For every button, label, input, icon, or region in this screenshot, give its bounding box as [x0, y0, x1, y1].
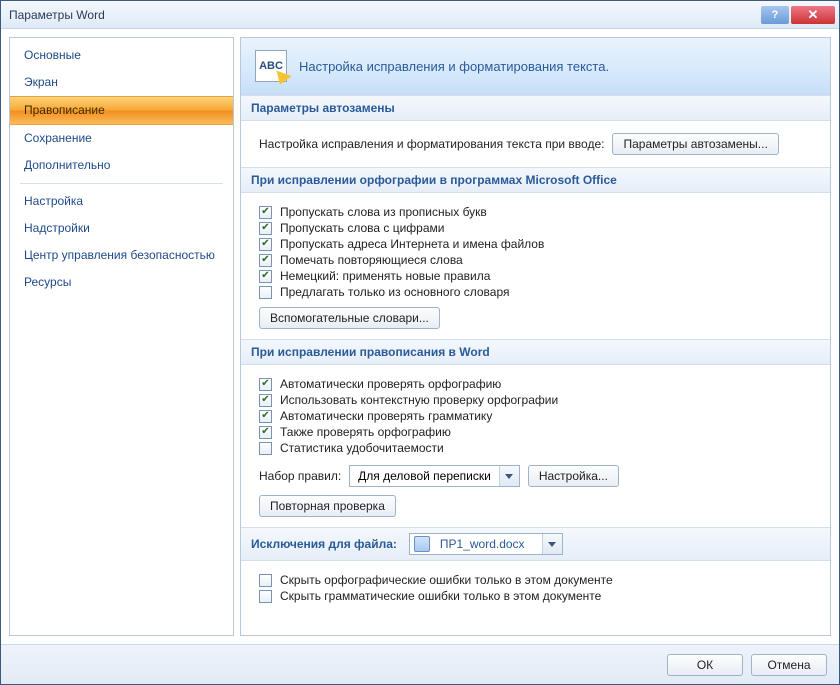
section-body-office-spell: Пропускать слова из прописных букв Пропу…: [241, 193, 830, 339]
checkbox[interactable]: [259, 206, 272, 219]
sidebar-item-proofing[interactable]: Правописание: [10, 96, 233, 125]
checkbox-label: Скрыть орфографические ошибки только в э…: [280, 573, 613, 587]
checkbox-label: Использовать контекстную проверку орфогр…: [280, 393, 558, 407]
checkbox[interactable]: [259, 590, 272, 603]
header-text: Настройка исправления и форматирования т…: [299, 59, 609, 74]
sidebar-item-label: Экран: [24, 75, 58, 89]
sidebar-item-label: Центр управления безопасностью: [24, 248, 215, 262]
button-label: Повторная проверка: [270, 499, 385, 513]
sidebar: Основные Экран Правописание Сохранение Д…: [9, 37, 234, 636]
titlebar: Параметры Word ? ✕: [1, 1, 839, 29]
header-strip: ABC Настройка исправления и форматирован…: [241, 38, 830, 95]
close-icon: ✕: [808, 7, 819, 23]
sidebar-item-save[interactable]: Сохранение: [10, 125, 233, 152]
checkbox-label: Скрыть грамматические ошибки только в эт…: [280, 589, 601, 603]
ruleset-dropdown[interactable]: Для деловой переписки: [349, 465, 520, 487]
sidebar-item-label: Ресурсы: [24, 275, 71, 289]
ruleset-settings-button[interactable]: Настройка...: [528, 465, 619, 487]
ok-button[interactable]: ОК: [667, 654, 743, 676]
checkbox[interactable]: [259, 442, 272, 455]
dropdown-value: ПР1_word.docx: [432, 537, 542, 551]
sidebar-item-resources[interactable]: Ресурсы: [10, 269, 233, 296]
checkbox-label: Пропускать слова из прописных букв: [280, 205, 487, 219]
checkbox[interactable]: [259, 378, 272, 391]
checkbox[interactable]: [259, 254, 272, 267]
checkbox-label: Статистика удобочитаемости: [280, 441, 444, 455]
sidebar-item-label: Сохранение: [24, 131, 92, 145]
button-label: Вспомогательные словари...: [270, 311, 429, 325]
dialog-window: Параметры Word ? ✕ Основные Экран Правоп…: [0, 0, 840, 685]
document-icon: [414, 536, 430, 552]
sidebar-item-addins[interactable]: Надстройки: [10, 215, 233, 242]
section-title-autocorrect: Параметры автозамены: [241, 95, 830, 121]
autocorrect-desc: Настройка исправления и форматирования т…: [259, 137, 604, 151]
dropdown-value: Для деловой переписки: [350, 469, 499, 483]
section-body-word-spell: Автоматически проверять орфографию Испол…: [241, 365, 830, 527]
sidebar-item-general[interactable]: Основные: [10, 42, 233, 69]
checkbox[interactable]: [259, 238, 272, 251]
close-button[interactable]: ✕: [791, 6, 835, 24]
custom-dictionaries-button[interactable]: Вспомогательные словари...: [259, 307, 440, 329]
abc-check-icon: ABC: [255, 50, 287, 82]
content-panel: ABC Настройка исправления и форматирован…: [240, 37, 831, 636]
sidebar-item-advanced[interactable]: Дополнительно: [10, 152, 233, 179]
sidebar-item-trustcenter[interactable]: Центр управления безопасностью: [10, 242, 233, 269]
button-label: Параметры автозамены...: [623, 137, 767, 151]
sidebar-item-customize[interactable]: Настройка: [10, 188, 233, 215]
icon-label: ABC: [259, 60, 283, 72]
checkbox[interactable]: [259, 286, 272, 299]
checkbox[interactable]: [259, 270, 272, 283]
checkbox-label: Помечать повторяющиеся слова: [280, 253, 463, 267]
checkbox[interactable]: [259, 394, 272, 407]
sidebar-item-label: Основные: [24, 48, 81, 62]
sidebar-item-display[interactable]: Экран: [10, 69, 233, 96]
section-body-exceptions: Скрыть орфографические ошибки только в э…: [241, 561, 830, 615]
button-label: ОК: [697, 658, 713, 672]
dialog-footer: ОК Отмена: [1, 644, 839, 684]
cancel-button[interactable]: Отмена: [751, 654, 827, 676]
section-title-exceptions: Исключения для файла: ПР1_word.docx: [241, 527, 830, 561]
chevron-down-icon: [499, 466, 519, 486]
checkbox[interactable]: [259, 574, 272, 587]
button-label: Настройка...: [539, 469, 608, 483]
section-body-autocorrect: Настройка исправления и форматирования т…: [241, 121, 830, 167]
checkbox-label: Автоматически проверять орфографию: [280, 377, 501, 391]
exceptions-title-label: Исключения для файла:: [251, 537, 397, 551]
checkbox[interactable]: [259, 410, 272, 423]
exceptions-file-dropdown[interactable]: ПР1_word.docx: [409, 533, 563, 555]
sidebar-item-label: Правописание: [24, 103, 105, 117]
button-label: Отмена: [767, 658, 810, 672]
ruleset-label: Набор правил:: [259, 469, 341, 483]
checkbox[interactable]: [259, 426, 272, 439]
titlebar-buttons: ? ✕: [761, 6, 835, 24]
checkbox-label: Пропускать слова с цифрами: [280, 221, 444, 235]
window-title: Параметры Word: [9, 8, 761, 22]
checkbox-label: Автоматически проверять грамматику: [280, 409, 492, 423]
sidebar-item-label: Настройка: [24, 194, 83, 208]
checkbox-label: Предлагать только из основного словаря: [280, 285, 509, 299]
checkbox-label: Немецкий: применять новые правила: [280, 269, 490, 283]
section-title-word-spell: При исправлении правописания в Word: [241, 339, 830, 365]
section-title-office-spell: При исправлении орфографии в программах …: [241, 167, 830, 193]
chevron-down-icon: [542, 534, 562, 554]
checkbox-label: Пропускать адреса Интернета и имена файл…: [280, 237, 544, 251]
dialog-body: Основные Экран Правописание Сохранение Д…: [1, 29, 839, 644]
help-button[interactable]: ?: [761, 6, 789, 24]
sidebar-item-label: Надстройки: [24, 221, 90, 235]
help-icon: ?: [772, 9, 779, 21]
checkbox[interactable]: [259, 222, 272, 235]
autocorrect-options-button[interactable]: Параметры автозамены...: [612, 133, 778, 155]
sidebar-separator: [20, 183, 223, 184]
checkbox-label: Также проверять орфографию: [280, 425, 451, 439]
sidebar-item-label: Дополнительно: [24, 158, 110, 172]
recheck-button[interactable]: Повторная проверка: [259, 495, 396, 517]
